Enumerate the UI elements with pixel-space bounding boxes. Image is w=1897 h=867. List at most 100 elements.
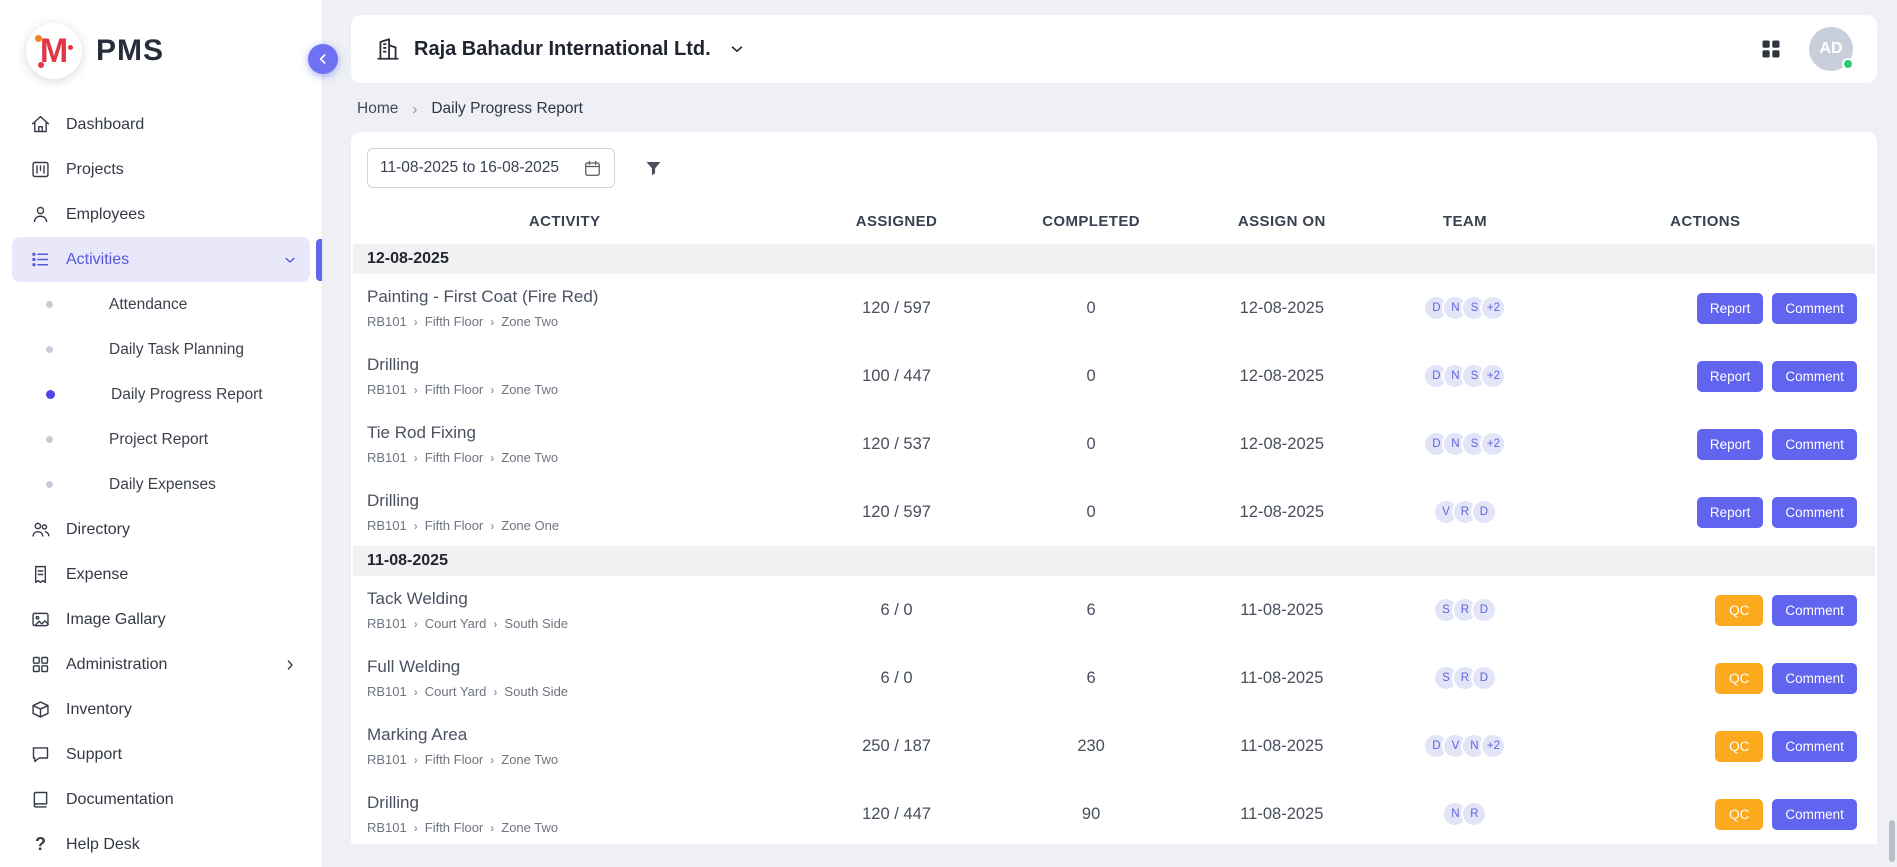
sidebar-item-expense[interactable]: Expense [12,552,310,597]
sidebar-item-employees[interactable]: Employees [12,192,310,237]
comment-button[interactable]: Comment [1772,293,1857,324]
receipt-icon [30,564,51,585]
chevron-right-icon: › [414,685,418,699]
sidebar-subitem-daily-expenses[interactable]: Daily Expenses [12,462,310,507]
filter-funnel-icon[interactable] [643,158,664,179]
activity-cell: Marking Area RB101› Fifth Floor› Zone Tw… [351,725,778,767]
report-button[interactable]: Report [1697,293,1764,324]
comment-button[interactable]: Comment [1772,497,1857,528]
sidebar-item-label: Employees [66,206,145,224]
team-avatar[interactable]: D [1471,597,1497,623]
sidebar-subitem-project-report[interactable]: Project Report [12,417,310,462]
bullet-dot-icon [46,301,53,308]
chevron-right-icon: › [412,101,417,118]
logo-dot [35,35,42,42]
team-extra-chip[interactable]: +2 [1480,295,1506,321]
qc-button[interactable]: QC [1715,663,1763,694]
activity-cell: Drilling RB101› Fifth Floor› Zone One [351,491,778,533]
sidebar-item-image-gallery[interactable]: Image Gallary [12,597,310,642]
team-avatars: S R D [1396,597,1533,623]
qc-button[interactable]: QC [1715,799,1763,830]
activity-cell: Drilling RB101› Fifth Floor› Zone Two [351,793,778,835]
sidebar-item-documentation[interactable]: Documentation [12,777,310,822]
comment-button[interactable]: Comment [1772,799,1857,830]
app-name: PMS [96,34,164,68]
date-range-value: 11-08-2025 to 16-08-2025 [380,159,559,177]
sidebar-collapse-button[interactable] [308,44,338,74]
chevron-right-icon: › [414,383,418,397]
team-avatars: N R [1396,801,1533,827]
assign-on-value: 12-08-2025 [1167,299,1396,318]
apps-grid-icon[interactable] [1759,37,1783,61]
breadcrumb-home[interactable]: Home [357,100,398,118]
avatar-initials: AD [1819,40,1842,58]
sidebar-item-label: Dashboard [66,116,144,134]
sidebar-subitem-attendance[interactable]: Attendance [12,282,310,327]
team-avatar[interactable]: D [1471,665,1497,691]
comment-button[interactable]: Comment [1772,663,1857,694]
sidebar-subitem-daily-progress-report[interactable]: Daily Progress Report [12,372,310,417]
comment-button[interactable]: Comment [1772,731,1857,762]
team-extra-chip[interactable]: +2 [1480,431,1506,457]
sidebar-item-activities[interactable]: Activities [12,237,310,282]
report-button[interactable]: Report [1697,429,1764,460]
chevron-down-icon [728,40,746,58]
app-logo: M PMS [0,0,322,102]
assigned-value: 6 / 0 [778,601,1015,620]
comment-button[interactable]: Comment [1772,595,1857,626]
qc-button[interactable]: QC [1715,731,1763,762]
grid-squares-icon [30,654,51,675]
chevron-right-icon: › [414,617,418,631]
sidebar-item-projects[interactable]: Projects [12,147,310,192]
sidebar-item-label: Help Desk [66,836,140,854]
report-button[interactable]: Report [1697,361,1764,392]
chevron-right-icon: › [414,315,418,329]
team-avatars: D N S +2 [1396,295,1533,321]
vertical-scrollbar[interactable] [1889,820,1895,862]
path-floor: Court Yard [425,616,487,631]
comment-button[interactable]: Comment [1772,361,1857,392]
sidebar-item-administration[interactable]: Administration [12,642,310,687]
team-extra-chip[interactable]: +2 [1480,363,1506,389]
sidebar-item-dashboard[interactable]: Dashboard [12,102,310,147]
completed-value: 0 [1015,299,1168,318]
bullet-dot-icon [46,390,55,399]
chevron-right-icon: › [490,821,494,835]
activity-path: RB101› Fifth Floor› Zone Two [367,314,778,329]
sidebar-item-support[interactable]: Support [12,732,310,777]
assigned-value: 120 / 447 [778,805,1015,824]
comment-button[interactable]: Comment [1772,429,1857,460]
sidebar-item-directory[interactable]: Directory [12,507,310,552]
team-avatar[interactable]: D [1471,499,1497,525]
path-zone: South Side [504,684,568,699]
sidebar-item-help-desk[interactable]: ? Help Desk [12,822,310,867]
activity-cell: Tie Rod Fixing RB101› Fifth Floor› Zone … [351,423,778,465]
company-selector[interactable]: Raja Bahadur International Ltd. [375,36,746,62]
date-range-picker[interactable]: 11-08-2025 to 16-08-2025 [367,148,615,188]
sidebar-subitem-label: Daily Progress Report [111,386,263,404]
column-activity: ACTIVITY [351,213,778,230]
sidebar-item-label: Support [66,746,122,764]
active-item-indicator [316,239,322,281]
sidebar-item-label: Image Gallary [66,611,166,629]
report-button[interactable]: Report [1697,497,1764,528]
qc-button[interactable]: QC [1715,595,1763,626]
team-avatars: D N S +2 [1396,431,1533,457]
team-extra-chip[interactable]: +2 [1480,733,1506,759]
list-icon [30,249,51,270]
table-row: Drilling RB101› Fifth Floor› Zone One 12… [351,478,1877,546]
chevron-left-icon [315,51,331,67]
sidebar-subitem-daily-task-planning[interactable]: Daily Task Planning [12,327,310,372]
sidebar-subitem-label: Attendance [109,296,187,314]
assign-on-value: 11-08-2025 [1167,669,1396,688]
person-icon [30,204,51,225]
sidebar-item-inventory[interactable]: Inventory [12,687,310,732]
team-avatar[interactable]: R [1461,801,1487,827]
chevron-right-icon: › [414,451,418,465]
assign-on-value: 11-08-2025 [1167,601,1396,620]
bullet-dot-icon [46,346,53,353]
completed-value: 0 [1015,435,1168,454]
sidebar-subitem-label: Daily Task Planning [109,341,244,359]
user-avatar[interactable]: AD [1809,27,1853,71]
activity-title: Full Welding [367,657,778,677]
